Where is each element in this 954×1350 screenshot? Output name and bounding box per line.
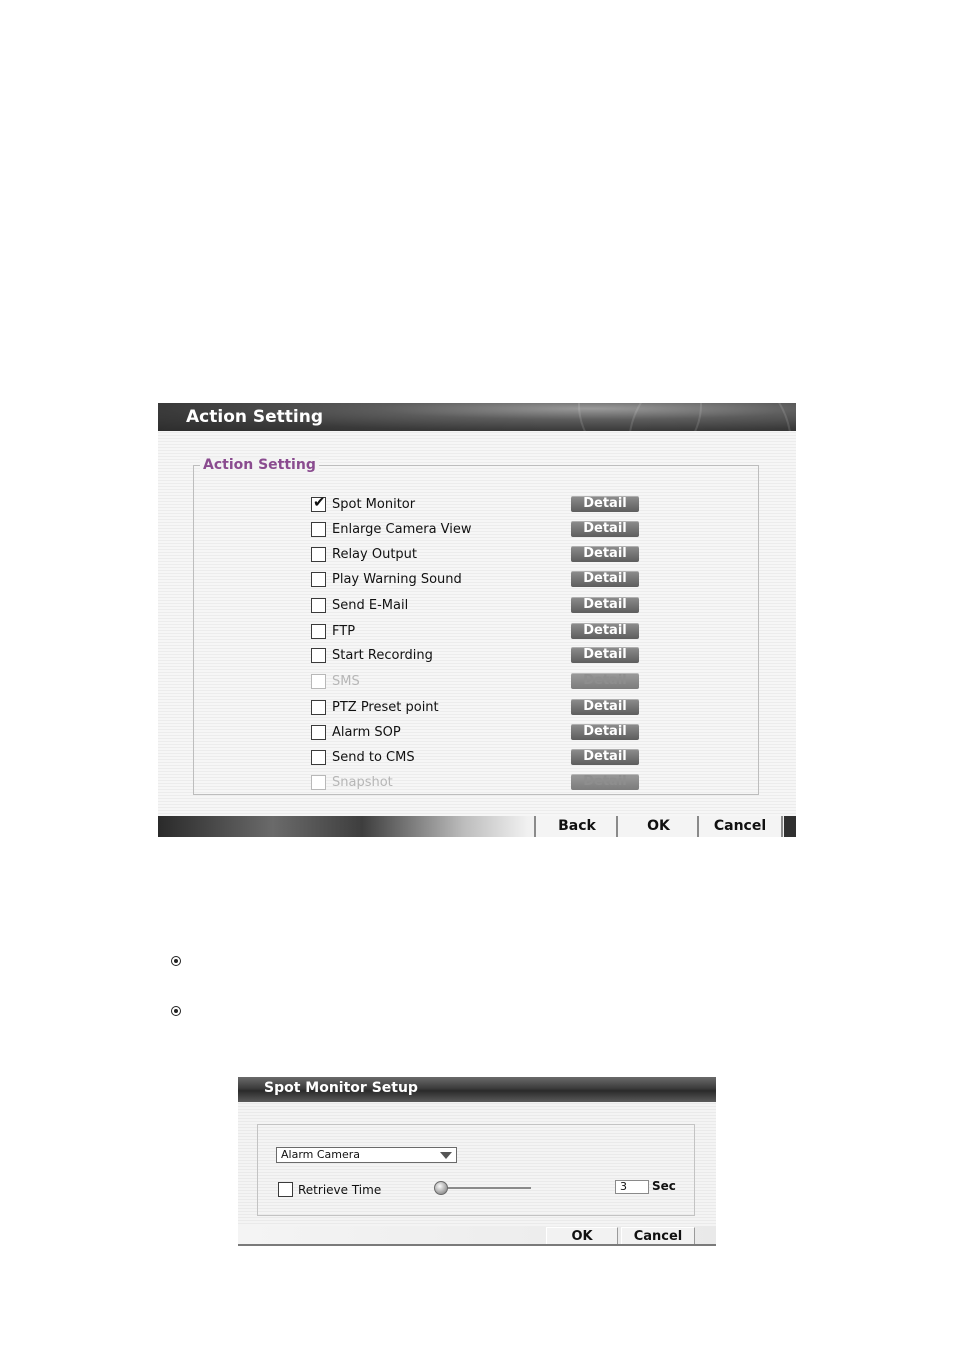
detail-button[interactable]: Detail [571,699,639,715]
action-row[interactable]: Alarm SOP Detail [311,724,641,745]
retrieve-time-slider-thumb[interactable] [434,1181,448,1195]
ok-button[interactable]: OK [546,1227,618,1245]
action-row[interactable]: Play Warning Sound Detail [311,571,641,592]
action-row[interactable]: PTZ Preset point Detail [311,699,641,720]
action-row[interactable]: Relay Output Detail [311,546,641,567]
action-row[interactable]: Start Recording Detail [311,647,641,668]
seconds-unit-label: Sec [652,1179,676,1193]
camera-select-value: Alarm Camera [281,1148,361,1161]
retrieve-time-input[interactable]: 3 [615,1180,649,1194]
action-checkbox[interactable] [311,522,326,537]
action-label: Start Recording [332,648,433,663]
action-row: SMS Detail [311,673,641,694]
ok-button[interactable]: OK [616,816,699,837]
action-row[interactable]: FTP Detail [311,623,641,644]
group-title: Action Setting [200,457,319,473]
action-checkbox[interactable] [311,624,326,639]
retrieve-time-label: Retrieve Time [298,1183,382,1197]
detail-button: Detail [571,774,639,790]
action-checkbox [311,674,326,689]
action-row[interactable]: ✔ Spot Monitor Detail [311,493,641,517]
action-label: Snapshot [332,775,393,790]
camera-select[interactable]: Alarm Camera [276,1147,457,1163]
action-row[interactable]: Send to CMS Detail [311,749,641,770]
detail-button[interactable]: Detail [571,571,639,587]
footer-endcap [784,816,796,837]
action-label: SMS [332,674,360,689]
detail-button[interactable]: Detail [571,623,639,639]
checkmark-icon: ✔ [313,493,326,511]
detail-button[interactable]: Detail [571,647,639,663]
action-label: Send to CMS [332,750,415,765]
cancel-button[interactable]: Cancel [697,816,783,837]
detail-button[interactable]: Detail [571,496,639,512]
action-checkbox[interactable]: ✔ [311,493,326,512]
back-button[interactable]: Back [534,816,618,837]
retrieve-time-checkbox[interactable] [278,1182,293,1197]
bullet-icon [171,1006,181,1016]
action-checkbox [311,775,326,790]
cancel-button[interactable]: Cancel [621,1227,695,1245]
action-setting-titlebar: Action Setting [158,403,796,431]
action-checkbox[interactable] [311,572,326,587]
action-label: Alarm SOP [332,725,401,740]
detail-button: Detail [571,673,639,689]
action-row: Snapshot Detail [311,774,641,795]
action-label: PTZ Preset point [332,700,439,715]
detail-button[interactable]: Detail [571,597,639,613]
action-checkbox[interactable] [311,648,326,663]
window-title: Action Setting [186,407,324,427]
action-checkbox[interactable] [311,750,326,765]
action-label: Spot Monitor [332,497,416,512]
spot-settings-group [257,1124,695,1216]
retrieve-time-slider-track[interactable] [438,1187,531,1189]
bullet-icon [171,956,181,966]
titlebar-decoration [628,403,792,431]
action-row[interactable]: Enlarge Camera View Detail [311,521,641,542]
action-checkbox[interactable] [311,598,326,613]
action-label: FTP [332,624,356,639]
chevron-down-icon[interactable] [440,1152,452,1159]
action-label: Send E-Mail [332,598,409,613]
action-checkbox[interactable] [311,547,326,562]
spot-monitor-setup-window: Spot Monitor Setup Alarm Camera Retrieve… [238,1077,716,1246]
detail-button[interactable]: Detail [571,546,639,562]
action-checkbox[interactable] [311,725,326,740]
action-label: Enlarge Camera View [332,522,472,537]
action-setting-window: Action Setting Action Setting ✔ Spot Moni… [158,403,796,837]
detail-button[interactable]: Detail [571,724,639,740]
detail-button[interactable]: Detail [571,521,639,537]
detail-button[interactable]: Detail [571,749,639,765]
action-label: Play Warning Sound [332,572,462,587]
action-checkbox[interactable] [311,700,326,715]
window-bottom-border [238,1244,716,1246]
action-row[interactable]: Send E-Mail Detail [311,597,641,618]
action-label: Relay Output [332,547,418,562]
window-title: Spot Monitor Setup [264,1080,418,1096]
spot-titlebar: Spot Monitor Setup [238,1077,716,1102]
